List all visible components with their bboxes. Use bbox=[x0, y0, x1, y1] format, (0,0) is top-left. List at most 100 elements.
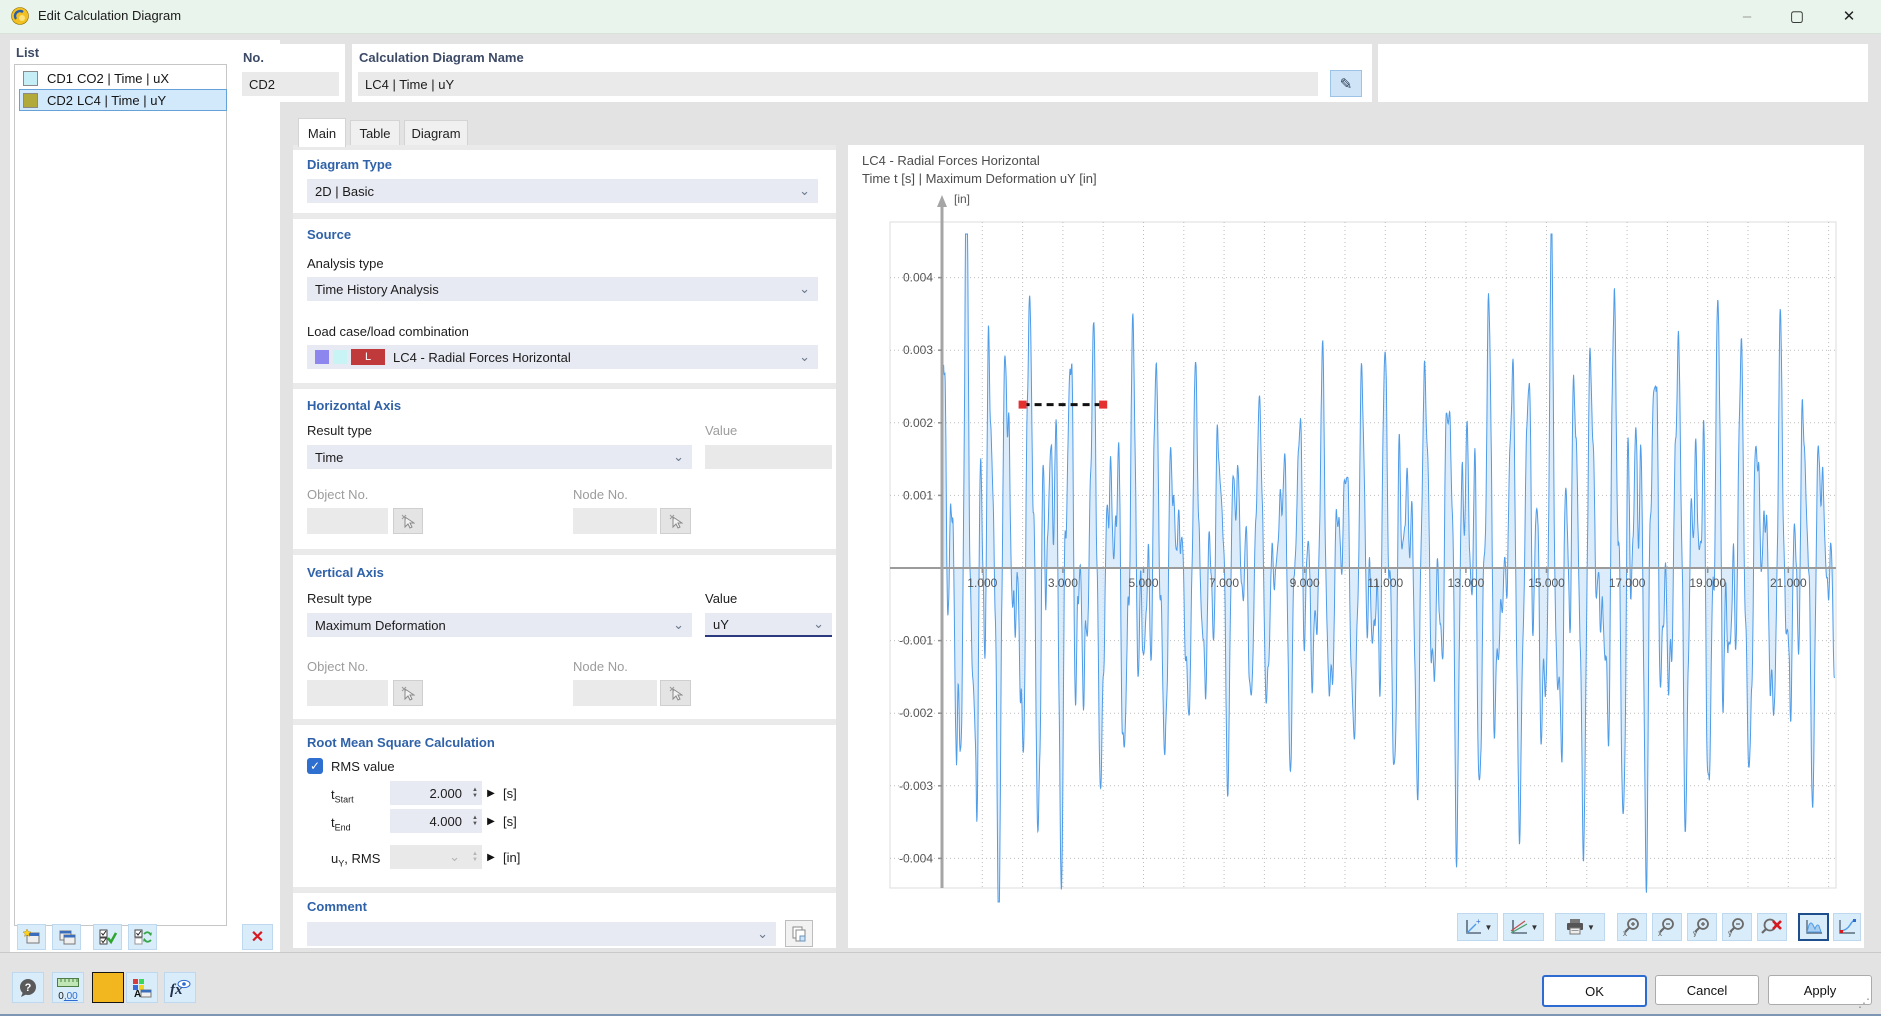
rename-button[interactable]: ✎ bbox=[1330, 70, 1362, 97]
rms-caption: Root Mean Square Calculation bbox=[307, 735, 495, 750]
copy-pages-icon bbox=[791, 926, 807, 942]
uy-rms-label: uY, RMS bbox=[331, 851, 380, 869]
v-node-pick-button[interactable] bbox=[660, 680, 691, 706]
diagram-type-value: 2D | Basic bbox=[315, 184, 374, 199]
minimize-button[interactable]: – bbox=[1724, 0, 1770, 32]
pick-cursor-icon bbox=[669, 514, 683, 529]
h-value-field bbox=[705, 445, 832, 469]
tab-main[interactable]: Main bbox=[298, 118, 346, 147]
v-result-type-value: Maximum Deformation bbox=[315, 618, 446, 633]
display-properties-icon: A bbox=[132, 978, 152, 998]
display-properties-button[interactable]: A bbox=[126, 972, 158, 1003]
main-tab-panel: Diagram Type 2D | Basic ⌄ Source Analysi… bbox=[293, 145, 836, 948]
v-result-type-select[interactable]: Maximum Deformation ⌄ bbox=[307, 613, 692, 637]
zoom-out-x-button[interactable]: x bbox=[1652, 913, 1682, 941]
comment-input[interactable]: ⌄ bbox=[307, 922, 776, 946]
rms-value-checkbox[interactable]: ✓ bbox=[307, 758, 323, 774]
resize-grip[interactable]: ⋰ bbox=[1858, 996, 1870, 1010]
zoom-out-y-icon: y bbox=[1727, 917, 1747, 937]
svg-text:0.001: 0.001 bbox=[903, 488, 933, 502]
tstart-label: tStart bbox=[331, 787, 354, 805]
chevron-down-icon: ⌄ bbox=[799, 284, 810, 294]
new-diagram-button[interactable] bbox=[17, 924, 46, 950]
svg-text:21.000: 21.000 bbox=[1770, 576, 1807, 590]
uy-rms-pick-arrow-button[interactable]: ▶ bbox=[485, 845, 497, 869]
diagram-type-select[interactable]: 2D | Basic ⌄ bbox=[307, 179, 818, 203]
delete-diagram-button[interactable]: ✕ bbox=[242, 924, 273, 950]
h-object-no-label: Object No. bbox=[307, 487, 368, 502]
list-item-color-swatch bbox=[23, 71, 38, 86]
invert-selection-button[interactable] bbox=[128, 924, 157, 950]
help-button[interactable]: ? bbox=[12, 972, 44, 1003]
no-field[interactable]: CD2 bbox=[242, 72, 339, 96]
units-settings-button[interactable]: 0,00 bbox=[52, 972, 84, 1003]
h-result-type-value: Time bbox=[315, 450, 343, 465]
zoom-in-y-button[interactable]: y bbox=[1687, 913, 1717, 941]
vertical-axis-caption: Vertical Axis bbox=[307, 565, 384, 580]
h-result-type-select[interactable]: Time ⌄ bbox=[307, 445, 692, 469]
h-object-pick-button[interactable] bbox=[393, 508, 423, 534]
zoom-out-y-button[interactable]: y bbox=[1722, 913, 1752, 941]
svg-text:[in]: [in] bbox=[954, 192, 970, 206]
tstart-field[interactable]: 2.000 bbox=[390, 781, 468, 805]
analysis-type-value: Time History Analysis bbox=[315, 282, 439, 297]
zoom-in-x-button[interactable]: x bbox=[1617, 913, 1647, 941]
diagram-list: CD1 CO2 | Time | uX CD2 LC4 | Time | uY bbox=[14, 64, 227, 926]
comment-copy-button[interactable] bbox=[785, 920, 813, 947]
svg-text:7.000: 7.000 bbox=[1209, 576, 1239, 590]
svg-text:y: y bbox=[1693, 929, 1697, 937]
tab-table[interactable]: Table bbox=[350, 120, 400, 146]
axis-settings-button[interactable]: + ▼ bbox=[1457, 913, 1498, 941]
no-caption: No. bbox=[243, 50, 264, 65]
chevron-down-icon: ⌄ bbox=[799, 352, 810, 362]
v-value-value: uY bbox=[713, 617, 729, 632]
list-item-selected[interactable]: CD2 LC4 | Time | uY bbox=[20, 90, 226, 110]
maximize-button[interactable]: ▢ bbox=[1774, 0, 1820, 32]
zoom-reset-button[interactable] bbox=[1757, 913, 1787, 941]
line-style-button[interactable] bbox=[1833, 913, 1861, 941]
svg-text:A: A bbox=[134, 989, 141, 998]
h-node-pick-button[interactable] bbox=[660, 508, 691, 534]
copy-diagram-button[interactable] bbox=[52, 924, 81, 950]
formula-button[interactable]: fx bbox=[164, 972, 196, 1003]
area-style-button[interactable] bbox=[1798, 913, 1829, 941]
svg-text:0.002: 0.002 bbox=[903, 416, 933, 430]
v-object-pick-button[interactable] bbox=[393, 680, 423, 706]
zoom-in-y-icon: y bbox=[1692, 917, 1712, 937]
vertical-axis-section: Vertical Axis Result type Value Maximum … bbox=[293, 555, 836, 719]
tab-diagram[interactable]: Diagram bbox=[404, 120, 468, 146]
line-chart-icon bbox=[1837, 918, 1857, 936]
no-panel: No. CD2 bbox=[236, 44, 345, 102]
svg-text:0.003: 0.003 bbox=[903, 343, 933, 357]
analysis-type-select[interactable]: Time History Analysis ⌄ bbox=[307, 277, 818, 301]
print-button[interactable]: ▼ bbox=[1555, 913, 1605, 941]
fx-eye-icon: fx bbox=[169, 978, 191, 998]
tstart-pick-arrow-button[interactable]: ▶ bbox=[485, 781, 497, 805]
tend-field[interactable]: 4.000 bbox=[390, 809, 468, 833]
curve-settings-button[interactable]: ▼ bbox=[1503, 913, 1544, 941]
close-button[interactable]: ✕ bbox=[1826, 0, 1872, 32]
svg-text:13.000: 13.000 bbox=[1448, 576, 1485, 590]
tend-label: tEnd bbox=[331, 815, 351, 833]
tend-spinner[interactable]: ▲▼ bbox=[468, 809, 482, 833]
svg-text:?: ? bbox=[25, 982, 32, 994]
background-color-button[interactable] bbox=[92, 972, 124, 1003]
name-panel: Calculation Diagram Name LC4 | Time | uY… bbox=[352, 44, 1372, 102]
list-item[interactable]: CD1 CO2 | Time | uX bbox=[20, 68, 226, 88]
name-field[interactable]: LC4 | Time | uY bbox=[358, 72, 1318, 96]
tend-pick-arrow-button[interactable]: ▶ bbox=[485, 809, 497, 833]
select-all-button[interactable] bbox=[93, 924, 122, 950]
svg-text:-0.002: -0.002 bbox=[899, 706, 933, 720]
svg-text:y: y bbox=[1728, 929, 1732, 937]
cancel-button[interactable]: Cancel bbox=[1655, 975, 1759, 1005]
chevron-down-icon: ⌄ bbox=[757, 929, 768, 939]
v-value-select[interactable]: uY ⌄ bbox=[705, 613, 832, 637]
apply-button[interactable]: Apply bbox=[1768, 975, 1872, 1005]
source-section: Source Analysis type Time History Analys… bbox=[293, 219, 836, 383]
app-logo-icon bbox=[10, 6, 30, 26]
tstart-spinner[interactable]: ▲▼ bbox=[468, 781, 482, 805]
ok-button[interactable]: OK bbox=[1542, 975, 1647, 1007]
load-case-select[interactable]: L LC4 - Radial Forces Horizontal ⌄ bbox=[307, 345, 818, 369]
list-item-color-swatch bbox=[23, 93, 38, 108]
pick-cursor-icon bbox=[401, 514, 415, 529]
